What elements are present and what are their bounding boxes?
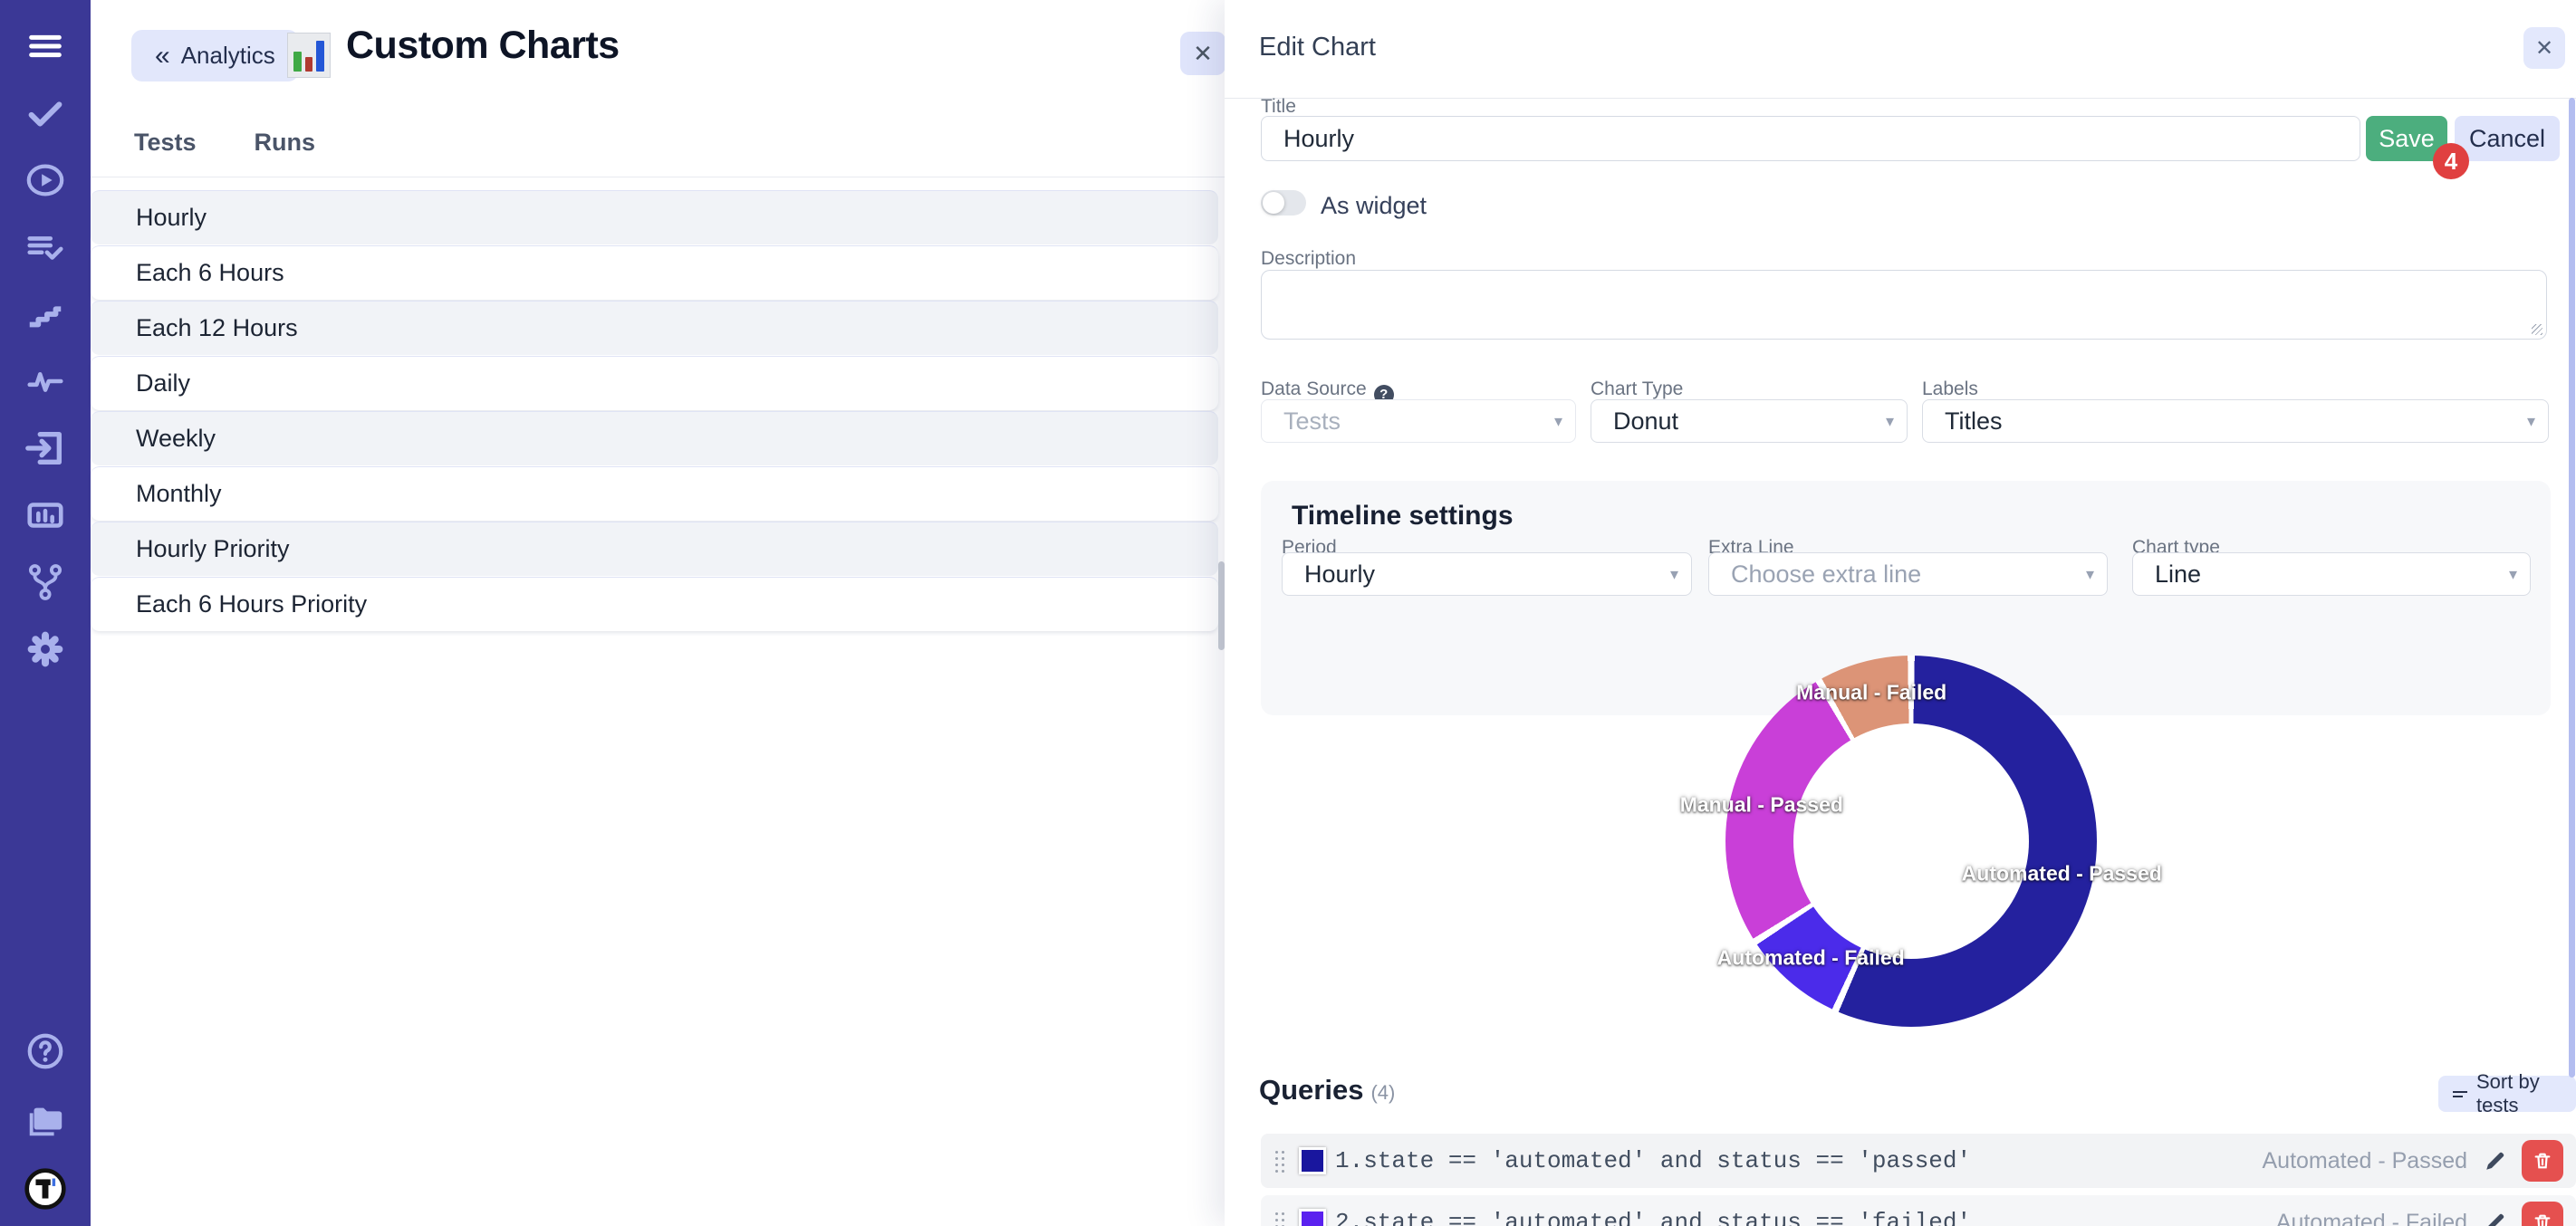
- settings-gear-icon[interactable]: [24, 628, 66, 670]
- title-input-value: Hourly: [1283, 125, 1354, 153]
- delete-query-button[interactable]: [2522, 1140, 2563, 1182]
- chevron-down-icon: ▾: [2527, 412, 2535, 431]
- labels-select[interactable]: Titles ▾: [1922, 399, 2549, 443]
- chevron-down-icon: ▾: [1554, 412, 1562, 431]
- list-item[interactable]: Each 12 Hours: [91, 301, 1218, 355]
- edit-pencil-icon[interactable]: [2484, 1149, 2507, 1173]
- app-logo[interactable]: [24, 1168, 66, 1210]
- period-select[interactable]: Hourly ▾: [1282, 552, 1692, 596]
- donut-slice-label: Automated - Passed: [1962, 861, 2162, 886]
- list-item[interactable]: Hourly Priority: [91, 522, 1218, 576]
- tab-tests[interactable]: Tests: [134, 129, 197, 157]
- query-row: 2.state == 'automated' and status == 'fa…: [1261, 1195, 2576, 1226]
- pulse-icon[interactable]: [24, 360, 66, 402]
- title-input[interactable]: Hourly: [1261, 116, 2360, 161]
- drag-handle-icon[interactable]: [1274, 1149, 1286, 1173]
- donut-hole: [1793, 723, 2029, 959]
- test-plans-icon[interactable]: [24, 226, 66, 268]
- description-textarea[interactable]: [1261, 270, 2547, 340]
- list-item[interactable]: Each 6 Hours Priority: [91, 577, 1218, 631]
- extra-line-select[interactable]: Choose extra line ▾: [1708, 552, 2108, 596]
- header-divider: [1225, 98, 2576, 99]
- donut-slice-label: Manual - Passed: [1680, 792, 1843, 817]
- queries-count: (4): [1370, 1081, 1395, 1104]
- donut-chart: Automated - PassedAutomated - FailedManu…: [1725, 656, 2097, 1027]
- title-field-label: Title: [1261, 96, 1296, 118]
- branch-icon[interactable]: [24, 561, 66, 603]
- labels-value: Titles: [1945, 407, 2003, 436]
- page-title: Custom Charts: [346, 24, 620, 68]
- timeline-chart-type-select[interactable]: Line ▾: [2132, 552, 2531, 596]
- data-source-select: Tests ▾: [1261, 399, 1576, 443]
- query-text: 1.state == 'automated' and status == 'pa…: [1335, 1147, 1971, 1174]
- list-item[interactable]: Daily: [91, 356, 1218, 410]
- analytics-back-button[interactable]: « Analytics: [131, 30, 299, 81]
- custom-charts-panel: « Analytics Custom Charts Tests Runs Hou…: [91, 0, 1225, 1226]
- charts-icon[interactable]: [24, 494, 66, 536]
- period-value: Hourly: [1304, 560, 1375, 589]
- import-icon[interactable]: [24, 427, 66, 469]
- extra-line-placeholder: Choose extra line: [1731, 560, 1921, 589]
- query-result-label: Automated - Passed: [2262, 1148, 2467, 1174]
- panel-close-button[interactable]: ✕: [1180, 32, 1226, 75]
- donut-slice-label: Automated - Failed: [1717, 945, 1905, 970]
- as-widget-label: As widget: [1321, 192, 1427, 220]
- list-item[interactable]: Weekly: [91, 411, 1218, 465]
- edit-chart-close-button[interactable]: ✕: [2523, 27, 2565, 69]
- sidebar: [0, 0, 91, 1226]
- chart-list: HourlyEach 6 HoursEach 12 HoursDailyWeek…: [91, 190, 1218, 632]
- runs-play-icon[interactable]: [24, 159, 66, 201]
- query-row: 1.state == 'automated' and status == 'pa…: [1261, 1134, 2576, 1188]
- tab-bar: Tests Runs: [134, 129, 315, 157]
- timeline-chart-type-value: Line: [2155, 560, 2201, 589]
- list-item[interactable]: Each 6 Hours: [91, 245, 1218, 300]
- drag-handle-icon[interactable]: [1274, 1211, 1286, 1226]
- donut-slice-label: Manual - Failed: [1796, 680, 1946, 704]
- description-label: Description: [1261, 248, 1356, 270]
- delete-query-button[interactable]: [2522, 1202, 2563, 1226]
- sort-by-tests-button[interactable]: Sort by tests: [2438, 1076, 2576, 1112]
- as-widget-toggle[interactable]: [1261, 190, 1306, 216]
- bar-chart-icon: [287, 33, 331, 78]
- chart-type-select[interactable]: Donut ▾: [1591, 399, 1908, 443]
- edit-panel-scrollbar[interactable]: [2569, 98, 2575, 1078]
- labels-label: Labels: [1922, 378, 1978, 400]
- projects-folder-icon[interactable]: [24, 1099, 66, 1141]
- menu-icon[interactable]: [24, 25, 66, 67]
- edit-chart-panel: Edit Chart ✕ Title Hourly Save 4 Cancel …: [1225, 0, 2576, 1226]
- queries-heading: Queries(4): [1259, 1074, 1395, 1106]
- chart-type-value: Donut: [1613, 407, 1678, 436]
- list-scrollbar[interactable]: [1218, 561, 1225, 650]
- query-color-swatch: [1299, 1209, 1326, 1226]
- chevron-down-icon: ▾: [2086, 565, 2094, 584]
- data-source-value: Tests: [1283, 407, 1341, 436]
- chevron-down-icon: ▾: [2509, 565, 2517, 584]
- list-item[interactable]: Monthly: [91, 466, 1218, 521]
- chevron-down-icon: ▾: [1886, 412, 1894, 431]
- sort-icon: [2453, 1088, 2467, 1100]
- cancel-button[interactable]: Cancel: [2455, 116, 2560, 161]
- steps-icon[interactable]: [24, 293, 66, 335]
- query-text: 2.state == 'automated' and status == 'fa…: [1335, 1209, 1971, 1226]
- chevron-down-icon: ▾: [1670, 565, 1678, 584]
- edit-pencil-icon[interactable]: [2484, 1211, 2507, 1226]
- toggle-knob: [1263, 192, 1284, 214]
- tests-check-icon[interactable]: [24, 92, 66, 134]
- chart-type-label: Chart Type: [1591, 378, 1683, 400]
- tab-runs[interactable]: Runs: [255, 129, 316, 157]
- edit-chart-title: Edit Chart: [1259, 33, 1376, 62]
- help-icon[interactable]: [24, 1030, 66, 1072]
- unsaved-count-badge: 4: [2433, 143, 2469, 179]
- list-item[interactable]: Hourly: [91, 190, 1218, 244]
- query-result-label: Automated - Failed: [2276, 1210, 2467, 1226]
- timeline-heading: Timeline settings: [1292, 501, 1514, 532]
- back-chevrons-icon: «: [155, 43, 170, 70]
- query-color-swatch: [1299, 1147, 1326, 1174]
- back-label: Analytics: [181, 42, 275, 70]
- app-root: « Analytics Custom Charts Tests Runs Hou…: [0, 0, 2576, 1226]
